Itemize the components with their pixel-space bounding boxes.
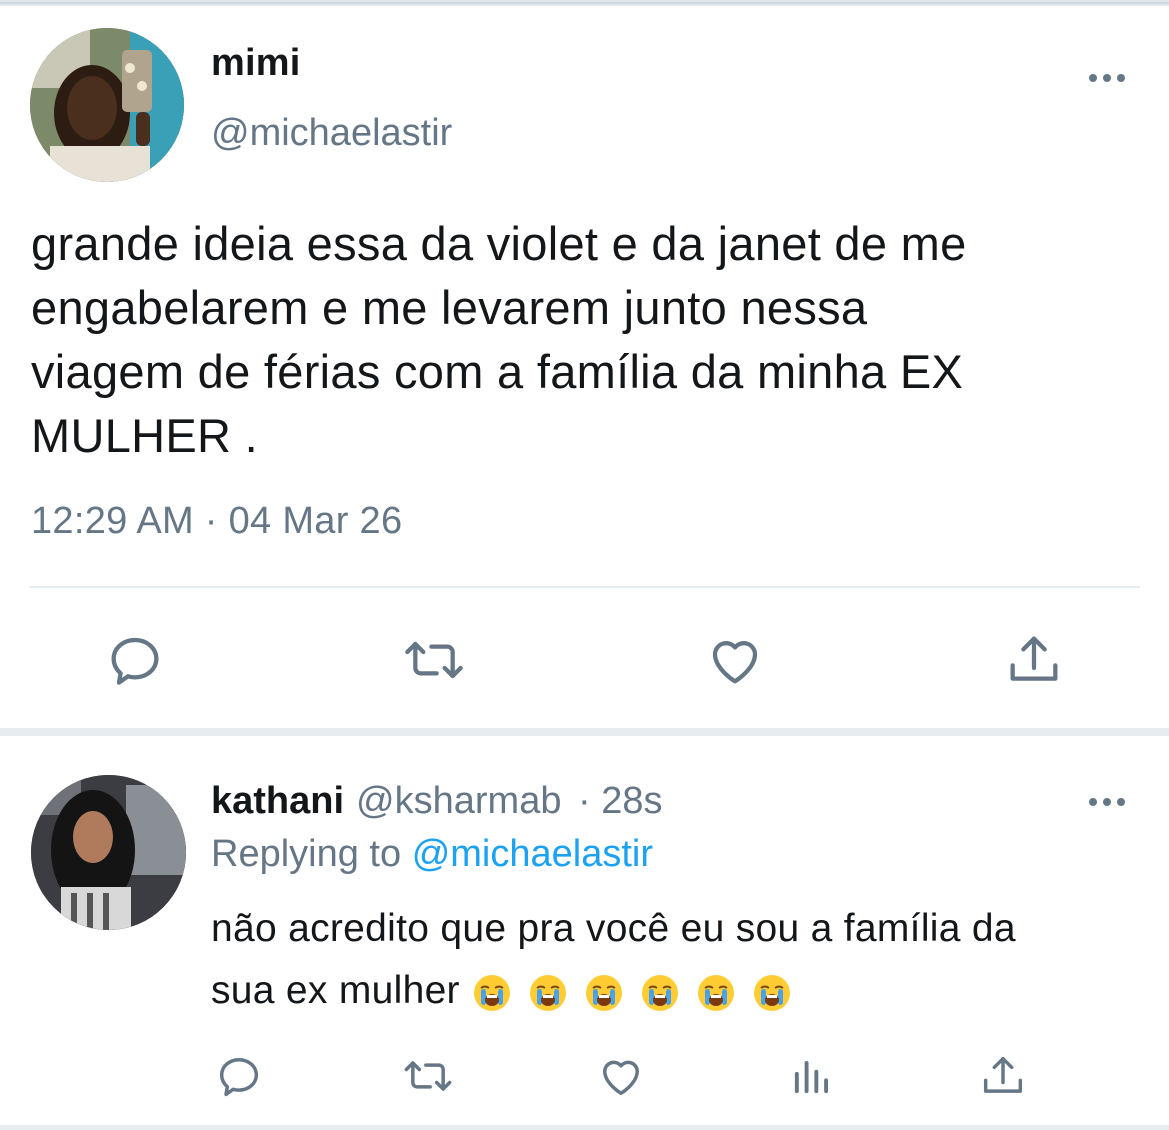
loudly-crying-face-icon xyxy=(753,974,790,1011)
loudly-crying-face-icon xyxy=(529,974,566,1011)
reply-header: kathani @ksharmab · 28s xyxy=(211,780,663,823)
loudly-crying-face-icon xyxy=(641,974,678,1011)
tweet-text: grande ideia essa da violet e da janet d… xyxy=(31,217,967,462)
more-options-icon[interactable] xyxy=(1085,60,1129,96)
reply-retweet-icon[interactable] xyxy=(402,1050,454,1102)
reply-author-name[interactable]: kathani xyxy=(211,780,344,822)
reply-reply-icon[interactable] xyxy=(213,1050,265,1102)
author-handle[interactable]: @michaelastir xyxy=(211,112,452,155)
reply-text: não acredito que pra você eu sou a famíl… xyxy=(211,898,1151,1022)
bottom-divider xyxy=(0,1125,1169,1130)
like-icon[interactable] xyxy=(703,628,767,692)
reply-author-avatar[interactable] xyxy=(31,775,186,930)
replying-to-link[interactable]: @michaelastir xyxy=(412,833,653,875)
retweet-icon[interactable] xyxy=(402,628,466,692)
reply-analytics-icon[interactable] xyxy=(786,1050,838,1102)
top-divider xyxy=(0,0,1169,6)
loudly-crying-face-icon xyxy=(473,974,510,1011)
reply-more-options-icon[interactable] xyxy=(1085,784,1129,820)
reply-like-icon[interactable] xyxy=(595,1050,647,1102)
author-name[interactable]: mimi xyxy=(211,42,301,85)
section-divider xyxy=(0,728,1169,736)
loudly-crying-face-icon xyxy=(585,974,622,1011)
emoji-row xyxy=(472,973,792,1013)
loudly-crying-face-icon xyxy=(697,974,734,1011)
replying-prefix: Replying to xyxy=(211,833,402,875)
reply-share-icon[interactable] xyxy=(977,1050,1029,1102)
reply-icon[interactable] xyxy=(103,628,167,692)
reply-age: · 28s xyxy=(578,780,663,822)
divider xyxy=(30,586,1140,588)
replying-to: Replying to @michaelastir xyxy=(211,833,653,876)
tweet-timestamp[interactable]: 12:29 AM · 04 Mar 26 xyxy=(31,500,402,543)
reply-author-handle[interactable]: @ksharmab xyxy=(356,780,561,822)
share-icon[interactable] xyxy=(1002,628,1066,692)
author-avatar[interactable] xyxy=(30,28,184,182)
